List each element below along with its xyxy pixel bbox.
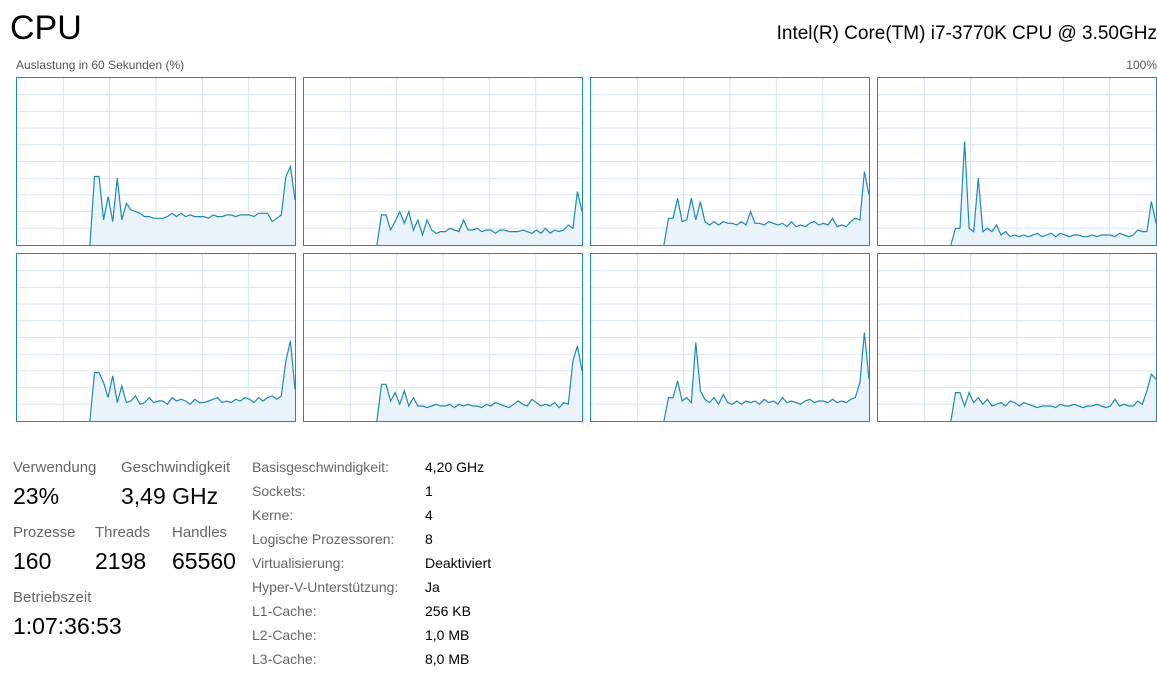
core-graph-3: [877, 77, 1157, 246]
core-utilization-area: [950, 141, 1156, 245]
geschwindigkeit-value: 3,49 GHz: [121, 483, 219, 509]
spec-label-l3-cache: L3-Cache:: [252, 651, 317, 667]
core-utilization-area: [376, 345, 582, 421]
core-utilization-area: [663, 332, 869, 421]
core-graph-grid: [304, 78, 582, 245]
core-utilization-area: [89, 340, 296, 421]
spec-label-l2-cache: L2-Cache:: [252, 627, 317, 643]
spec-label-sockets: Sockets:: [252, 483, 306, 499]
spec-label-hyper-v: Hyper-V-Unterstützung:: [252, 579, 399, 595]
spec-label-logische-prozessoren: Logische Prozessoren:: [252, 531, 395, 547]
threads-label: Threads: [95, 524, 151, 541]
core-utilization-area: [376, 191, 582, 245]
spec-value-virtualisierung: Deaktiviert: [425, 555, 492, 571]
core-graph-grid: [878, 78, 1156, 245]
handles-value: 65560: [172, 548, 236, 574]
core-graph-grid: [878, 254, 1156, 421]
spec-value-logische-prozessoren: 8: [425, 531, 433, 547]
betriebszeit-label: Betriebszeit: [13, 589, 92, 606]
core-utilization-area: [950, 374, 1156, 421]
core-graphs-grid: [0, 0, 1157, 430]
spec-value-basisgeschwindigkeit: 4,20 GHz: [425, 459, 485, 475]
core-graph-grid: [591, 78, 869, 245]
threads-value: 2198: [95, 548, 147, 574]
spec-label-l1-cache: L1-Cache:: [252, 603, 317, 619]
core-graph-grid: [17, 254, 295, 421]
core-graph-2: [590, 77, 870, 246]
core-graph-grid: [591, 254, 869, 421]
spec-label-kerne: Kerne:: [252, 507, 294, 523]
core-graph-5: [303, 253, 583, 422]
spec-value-l1-cache: 256 KB: [425, 603, 471, 619]
core-graph-6: [590, 253, 870, 422]
core-graph-grid: [304, 254, 582, 421]
geschwindigkeit-label: Geschwindigkeit: [121, 459, 231, 476]
spec-value-l3-cache: 8,0 MB: [425, 651, 470, 667]
core-graph-7: [877, 253, 1157, 422]
spec-value-l2-cache: 1,0 MB: [425, 627, 470, 643]
prozesse-label: Prozesse: [13, 524, 76, 541]
spec-label-virtualisierung: Virtualisierung:: [252, 555, 345, 571]
handles-label: Handles: [172, 524, 228, 541]
spec-value-hyper-v: Ja: [425, 579, 440, 595]
core-utilization-area: [663, 171, 869, 245]
core-graph-4: [16, 253, 296, 422]
spec-value-sockets: 1: [425, 483, 433, 499]
spec-value-kerne: 4: [425, 507, 433, 523]
betriebszeit-value: 1:07:36:53: [13, 613, 122, 639]
verwendung-label: Verwendung: [13, 459, 97, 476]
core-graph-1: [303, 77, 583, 246]
prozesse-value: 160: [13, 548, 52, 574]
spec-label-basisgeschwindigkeit: Basisgeschwindigkeit:: [252, 459, 389, 475]
verwendung-value: 23%: [13, 483, 60, 509]
core-graph-0: [16, 77, 296, 246]
